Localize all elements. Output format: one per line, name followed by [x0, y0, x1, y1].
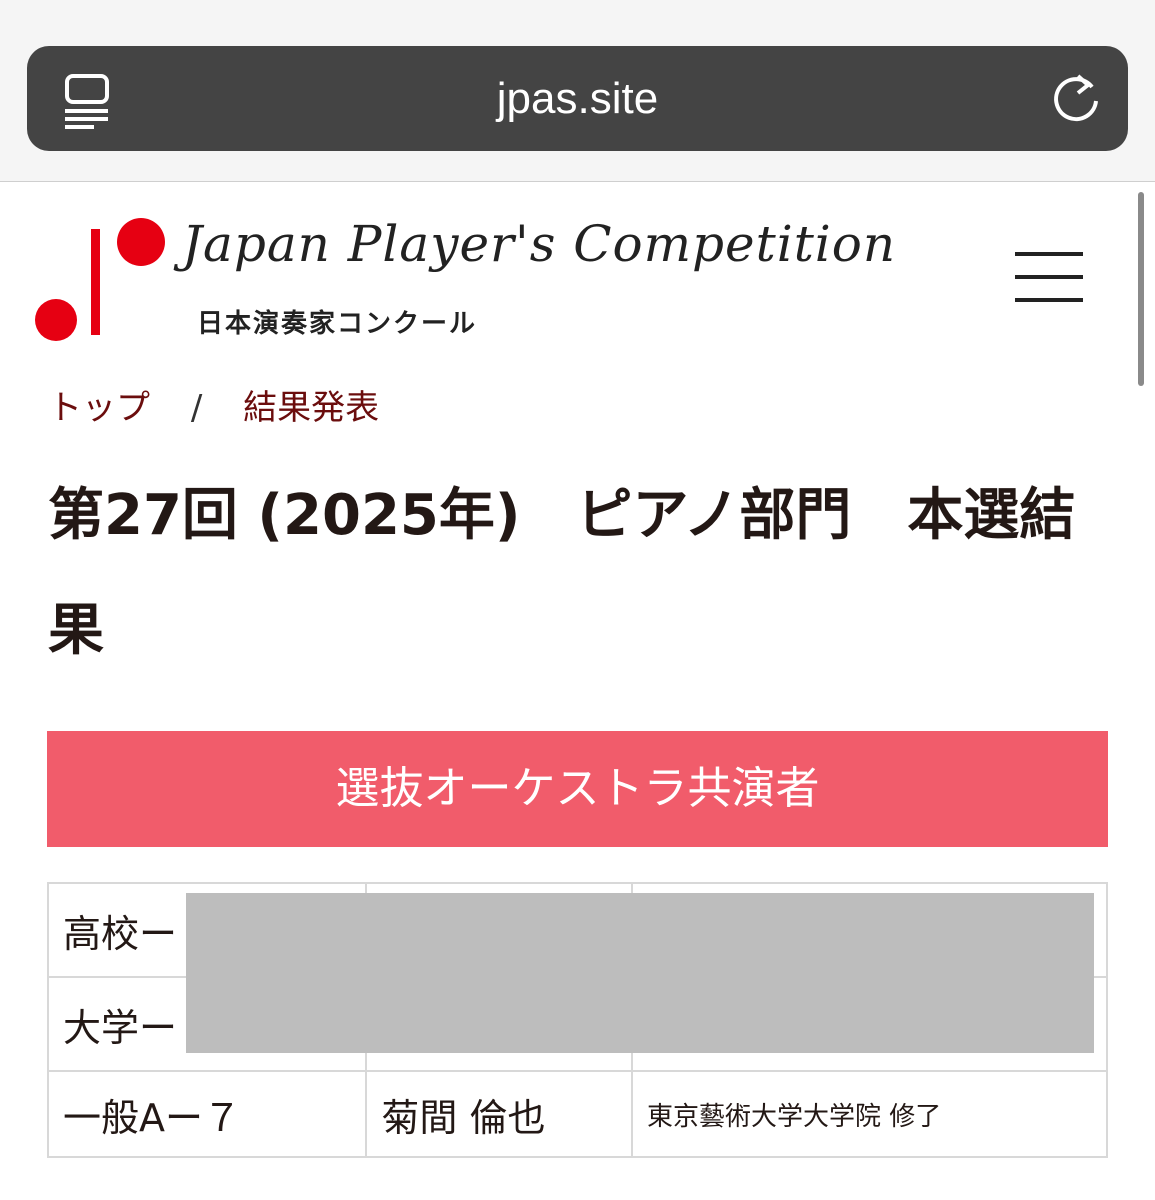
breadcrumb-top-link[interactable]: トップ [48, 388, 150, 428]
school-cell: 東京藝術大学大学院 修了 [630, 1070, 1109, 1158]
logo-subtitle[interactable]: 日本演奏家コンクール [197, 303, 477, 340]
url-text[interactable]: jpas.site [27, 46, 1128, 151]
competition-logo-icon[interactable] [33, 215, 168, 350]
logo-script-text[interactable]: Japan Player's Competition [182, 215, 896, 273]
scrollbar[interactable] [1138, 192, 1144, 386]
address-bar[interactable]: jpas.site [27, 46, 1128, 151]
section-heading: 選抜オーケストラ共演者 [47, 731, 1108, 847]
page-title: 第27回 (2025年) ピアノ部門 本選結果 [48, 483, 1076, 663]
reload-icon[interactable] [1052, 73, 1102, 123]
table-row: 一般Aー７ 菊間 倫也 東京藝術大学大学院 修了 [46, 1070, 1109, 1158]
name-cell: 菊間 倫也 [365, 1070, 633, 1158]
breadcrumb: トップ / 結果発表 [48, 380, 379, 429]
hamburger-menu-icon[interactable] [1015, 252, 1083, 304]
breadcrumb-separator: / [190, 388, 203, 428]
redaction-block [186, 893, 1094, 1053]
category-cell: 一般Aー７ [46, 1070, 368, 1158]
breadcrumb-results-link[interactable]: 結果発表 [243, 388, 379, 428]
